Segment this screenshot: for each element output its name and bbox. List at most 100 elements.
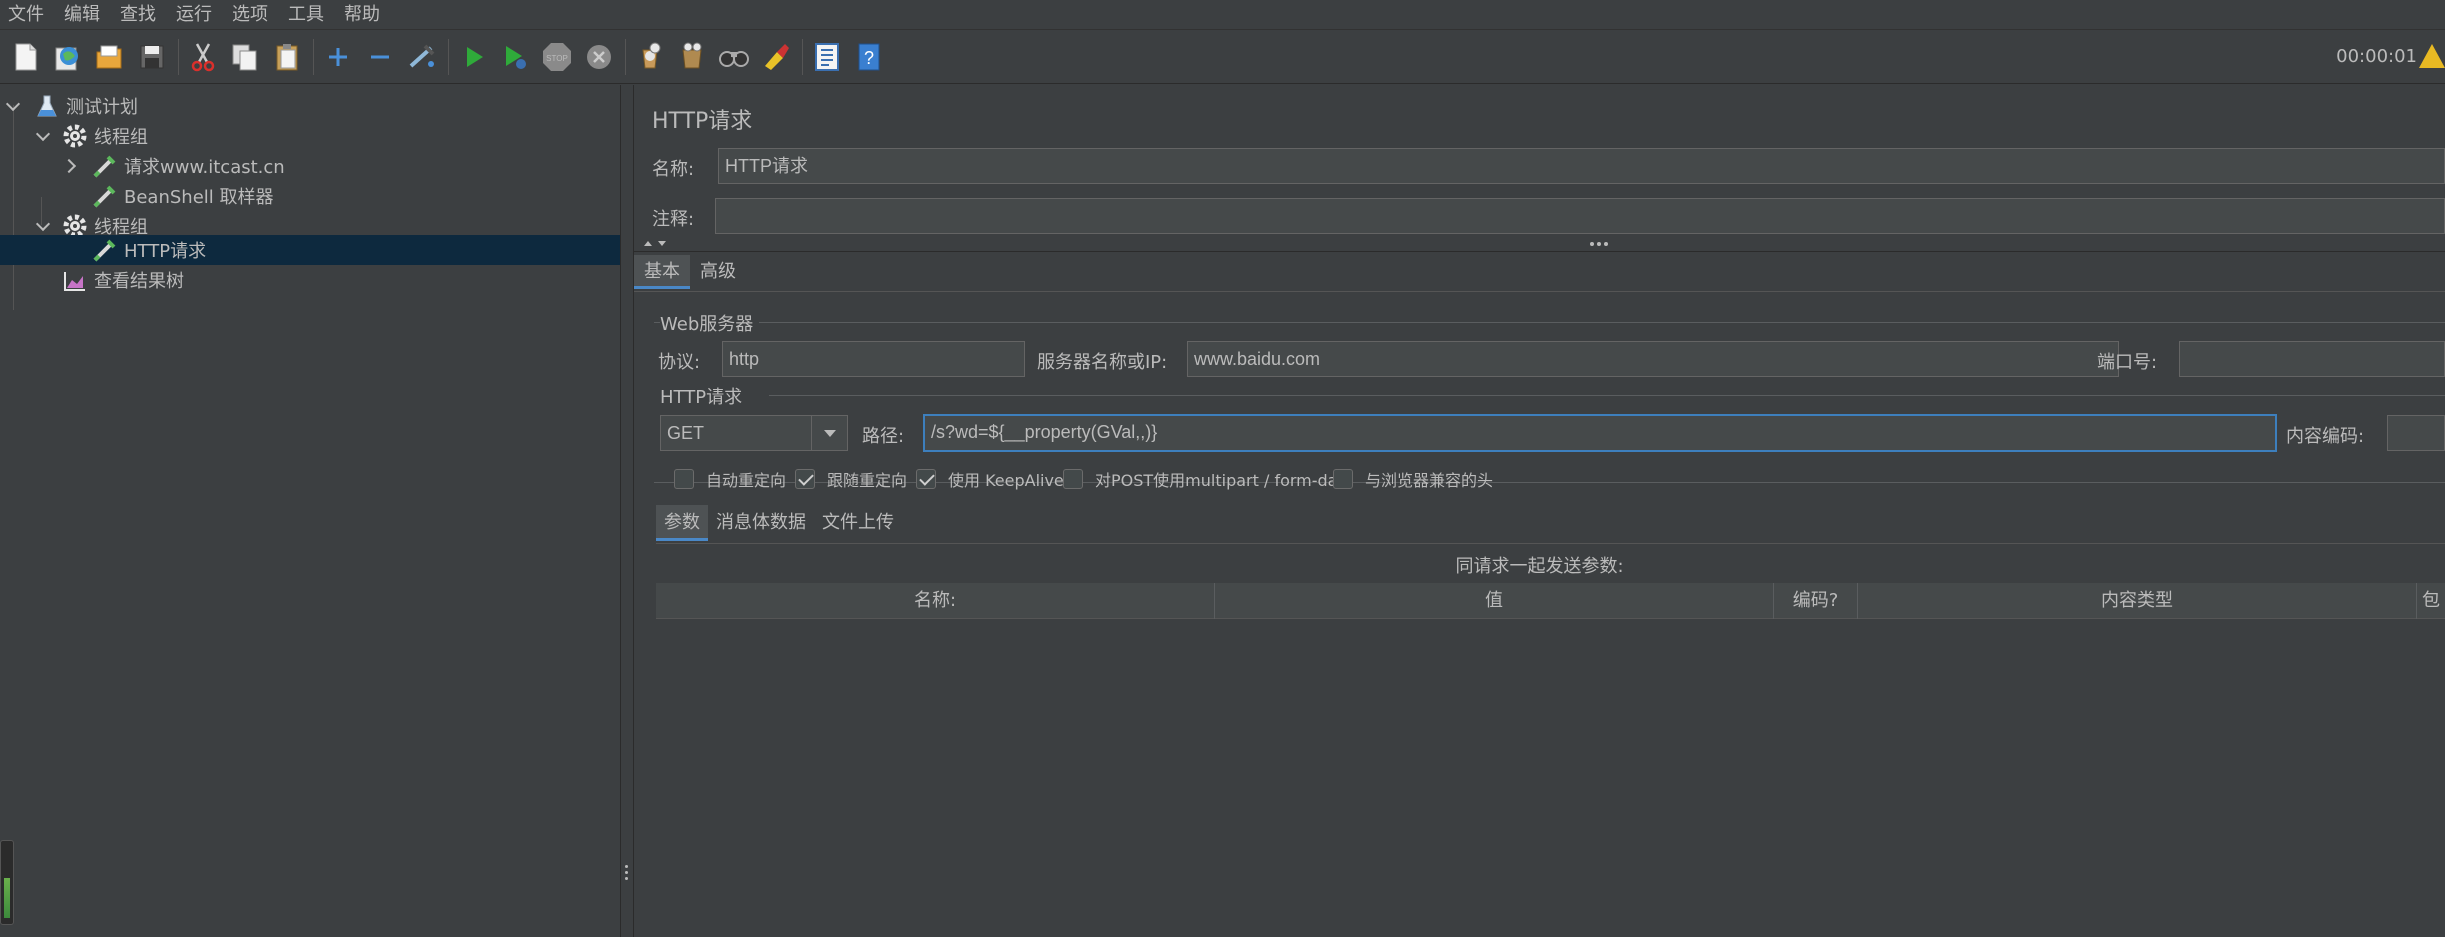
checkbox-label: 与浏览器兼容的头	[1365, 471, 1494, 490]
name-field[interactable]: HTTP请求	[718, 148, 2445, 184]
toolbar-separator	[313, 38, 314, 75]
warning-icon[interactable]	[2419, 44, 2445, 68]
search-icon[interactable]	[716, 37, 752, 77]
column-header-value[interactable]: 值	[1215, 583, 1774, 619]
checkbox-label: 跟随重定向	[827, 471, 908, 490]
elapsed-timer: 00:00:01	[2336, 46, 2417, 67]
tabs-divider	[656, 543, 2445, 544]
toolbar-separator	[625, 38, 626, 75]
toggle-icon[interactable]	[404, 37, 440, 77]
menu-search[interactable]: 查找	[110, 0, 166, 30]
multipart-checkbox[interactable]: 对POST使用multipart / form-data	[1063, 467, 1354, 491]
chevron-down-icon[interactable]	[6, 98, 22, 114]
port-field[interactable]	[2179, 341, 2445, 377]
reset-search-icon[interactable]	[758, 37, 794, 77]
svg-text:?: ?	[864, 48, 874, 68]
path-field[interactable]: /s?wd=${__property(GVal,,)}	[923, 414, 2277, 452]
tree-item-thread-group[interactable]: 线程组	[0, 121, 620, 151]
follow-redirect-checkbox[interactable]: 跟随重定向	[795, 467, 907, 491]
start-icon[interactable]	[455, 37, 491, 77]
checkbox-box[interactable]	[795, 469, 815, 489]
tree-item-sampler[interactable]: BeanShell 取样器	[0, 181, 620, 211]
chevron-right-icon[interactable]	[64, 158, 80, 174]
tab-advanced[interactable]: 高级	[690, 255, 746, 289]
column-header-include[interactable]: 包	[2417, 583, 2445, 619]
protocol-field[interactable]: http	[722, 341, 1025, 377]
menu-file[interactable]: 文件	[0, 0, 54, 30]
thread-group-icon	[62, 123, 88, 149]
chevron-down-icon[interactable]	[36, 218, 52, 234]
comment-field[interactable]	[715, 198, 2445, 234]
checkbox-box[interactable]	[1333, 469, 1353, 489]
open-icon[interactable]	[92, 37, 128, 77]
menu-edit[interactable]: 编辑	[54, 0, 110, 30]
tab-body-data[interactable]: 消息体数据	[708, 505, 814, 541]
checkbox-box[interactable]	[916, 469, 936, 489]
help-icon[interactable]: ?	[851, 37, 887, 77]
tab-basic[interactable]: 基本	[634, 255, 690, 289]
templates-icon[interactable]	[50, 37, 86, 77]
http-request-panel: HTTP请求 名称: HTTP请求 注释: 基本 高级 Web服务器 协议: h…	[634, 85, 2445, 937]
server-field[interactable]: www.baidu.com	[1187, 341, 2119, 377]
group-border	[654, 322, 2445, 323]
paste-icon[interactable]	[269, 37, 305, 77]
memory-meter	[0, 840, 14, 925]
tree-item-label: 请求www.itcast.cn	[124, 157, 285, 178]
cut-icon[interactable]	[185, 37, 221, 77]
tree-item-sampler[interactable]: 请求www.itcast.cn	[0, 151, 620, 181]
tree-item-label: 查看结果树	[94, 271, 184, 292]
column-header-encode[interactable]: 编码?	[1774, 583, 1858, 619]
collapse-divider[interactable]	[634, 239, 2445, 249]
checkbox-box[interactable]	[1063, 469, 1083, 489]
shutdown-icon[interactable]	[581, 37, 617, 77]
checkbox-label: 自动重定向	[706, 471, 787, 490]
start-no-pause-icon[interactable]	[497, 37, 533, 77]
copy-icon[interactable]	[227, 37, 263, 77]
path-label: 路径:	[862, 426, 905, 447]
sampler-icon	[92, 153, 118, 179]
encoding-label: 内容编码:	[2286, 426, 2365, 447]
chevron-down-icon[interactable]	[36, 128, 52, 144]
tab-parameters[interactable]: 参数	[656, 505, 708, 541]
menu-run[interactable]: 运行	[166, 0, 222, 30]
panel-splitter[interactable]	[620, 85, 634, 937]
menu-options[interactable]: 选项	[222, 0, 278, 30]
checkbox-box[interactable]	[674, 469, 694, 489]
stop-icon[interactable]: STOP	[539, 37, 575, 77]
tree-item-test-plan[interactable]: 测试计划	[0, 91, 620, 121]
checkbox-label: 使用 KeepAlive	[948, 471, 1064, 490]
column-header-name[interactable]: 名称:	[656, 583, 1215, 619]
toolbar-separator	[448, 38, 449, 75]
body-tabs: 参数 消息体数据 文件上传	[656, 505, 902, 541]
web-server-group-title: Web服务器	[660, 310, 760, 336]
tree-item-http-request[interactable]: HTTP请求	[0, 235, 620, 265]
function-helper-icon[interactable]	[809, 37, 845, 77]
collapse-icon[interactable]	[362, 37, 398, 77]
clear-all-icon[interactable]	[674, 37, 710, 77]
clear-icon[interactable]	[632, 37, 668, 77]
tab-file-upload[interactable]: 文件上传	[814, 505, 902, 541]
test-plan-tree: 测试计划 线程组 请求www.itcast.cn BeanShell 取样器 线…	[0, 85, 620, 937]
method-select[interactable]: GET	[660, 415, 848, 451]
keepalive-checkbox[interactable]: 使用 KeepAlive	[916, 467, 1064, 491]
name-label: 名称:	[652, 159, 695, 180]
column-header-content-type[interactable]: 内容类型	[1858, 583, 2417, 619]
auto-redirect-checkbox[interactable]: 自动重定向	[674, 467, 786, 491]
server-label: 服务器名称或IP:	[1037, 352, 1168, 373]
sampler-icon	[92, 183, 118, 209]
toolbar-separator	[802, 38, 803, 75]
browser-headers-checkbox[interactable]: 与浏览器兼容的头	[1333, 467, 1493, 491]
svg-text:STOP: STOP	[546, 54, 568, 63]
expand-icon[interactable]	[320, 37, 356, 77]
save-icon[interactable]	[134, 37, 170, 77]
menu-tools[interactable]: 工具	[278, 0, 334, 30]
listener-icon	[62, 267, 88, 293]
tree-item-label: 测试计划	[66, 97, 138, 118]
chevron-down-icon[interactable]	[811, 416, 847, 450]
tree-item-results-tree[interactable]: 查看结果树	[0, 265, 620, 295]
checkbox-label: 对POST使用multipart / form-data	[1095, 471, 1354, 490]
new-icon[interactable]	[8, 37, 44, 77]
encoding-field[interactable]	[2387, 415, 2445, 451]
menu-help[interactable]: 帮助	[334, 0, 390, 30]
tree-item-label: 线程组	[94, 127, 148, 148]
